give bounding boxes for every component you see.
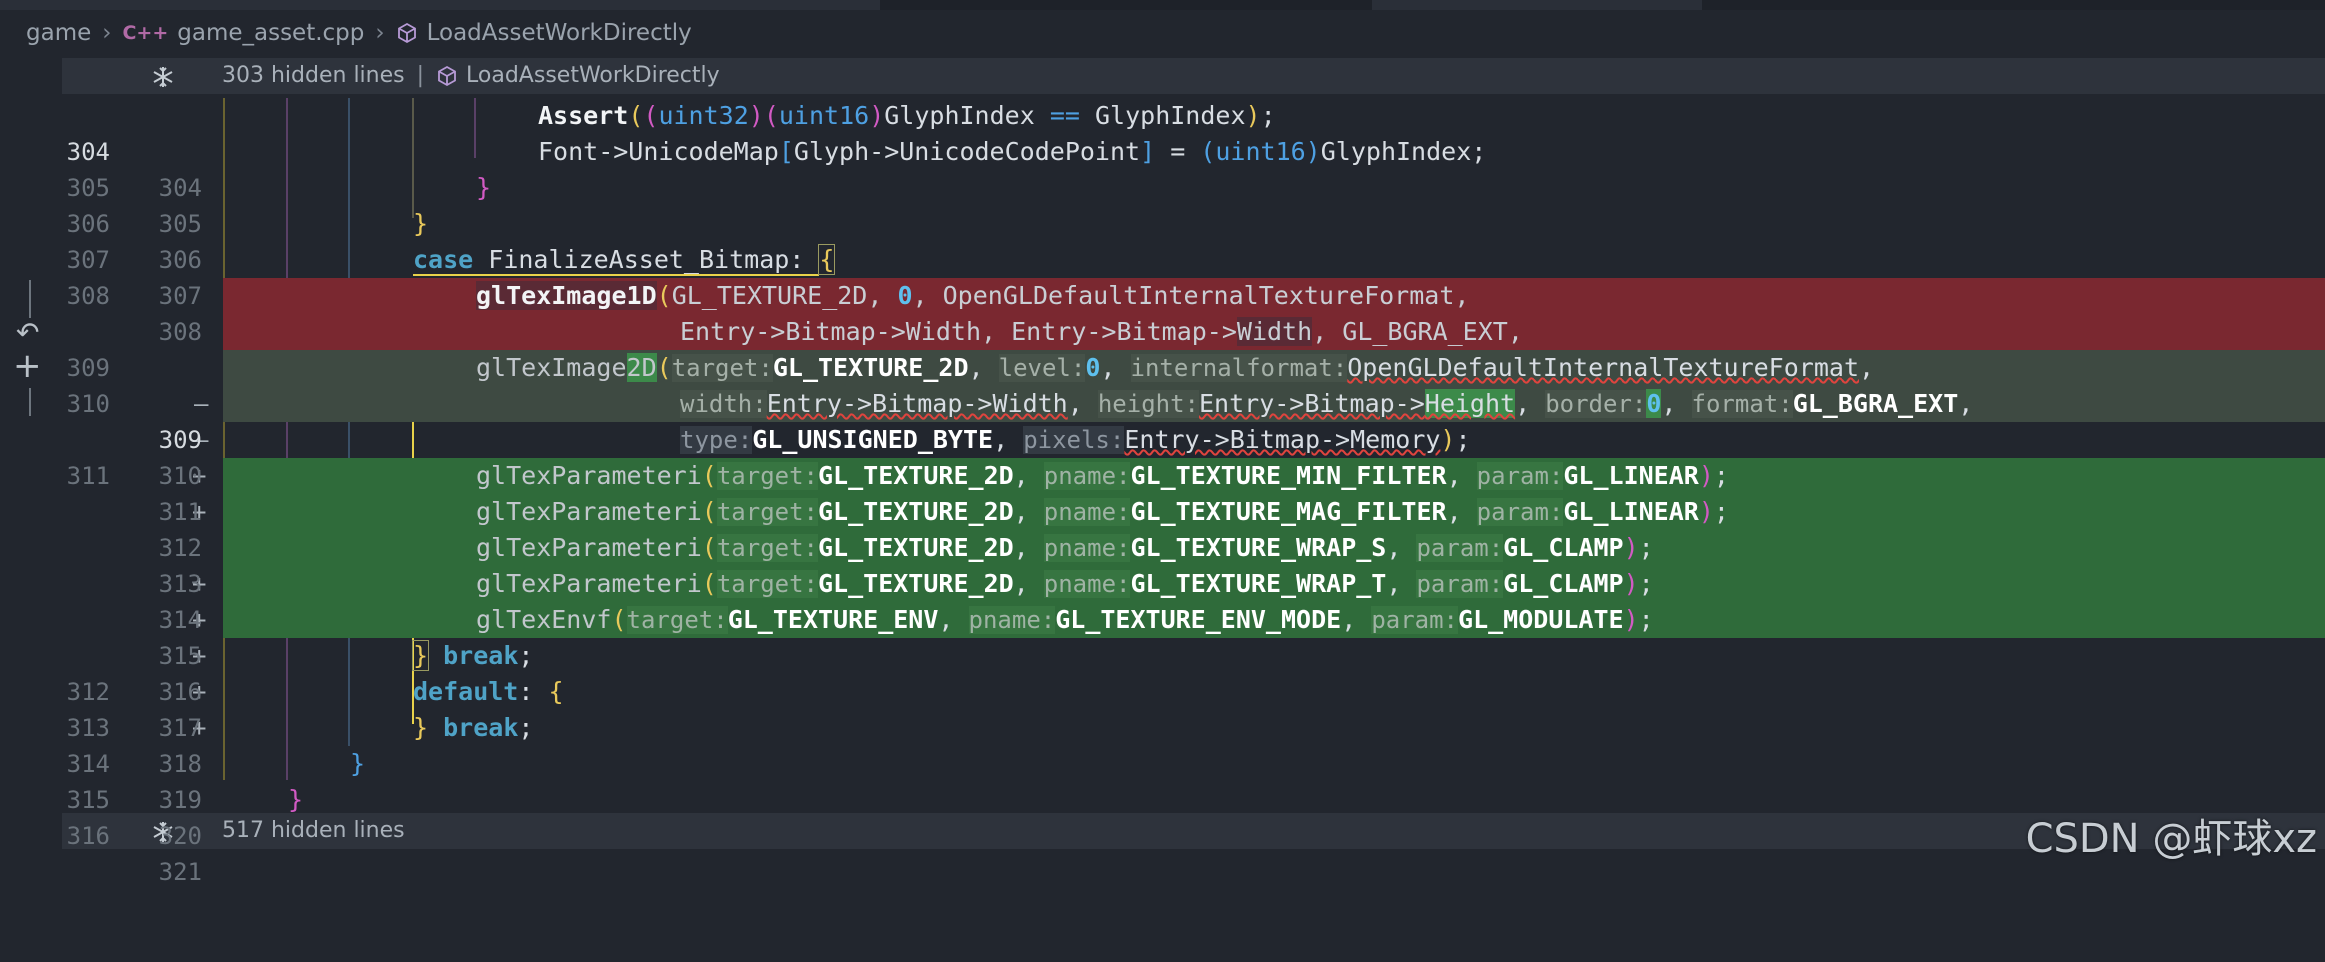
breadcrumb: game › C++ game_asset.cpp › LoadAssetWor… (0, 10, 2325, 56)
indent-guide (348, 98, 350, 746)
hidden-lines-label: 303 hidden lines (222, 63, 405, 88)
watermark: CSDN @虾球xz (2025, 816, 2317, 862)
diff-gutter-marker (29, 388, 31, 416)
separator: | (416, 63, 425, 88)
symbol-method-icon (396, 22, 418, 44)
fold-symbol-label: LoadAssetWorkDirectly (466, 63, 720, 88)
fold-region-top[interactable]: 303 hidden lines | LoadAssetWorkDirectly (62, 58, 2325, 94)
chevron-right-icon: › (375, 20, 385, 46)
symbol-method-icon (436, 65, 458, 87)
diff-editor[interactable] (62, 98, 2325, 812)
tab-strip-segment (0, 0, 880, 10)
breadcrumb-item-folder[interactable]: game (26, 20, 91, 46)
chevron-right-icon: › (102, 20, 112, 46)
indent-guide (412, 98, 414, 218)
diff-gutter-marker (29, 280, 31, 318)
indent-guide (286, 98, 288, 780)
fold-region-bottom[interactable]: 517 hidden lines (62, 813, 2325, 849)
tab-strip (0, 0, 2325, 10)
add-comment-icon[interactable]: + (13, 346, 42, 386)
unfold-icon[interactable] (150, 64, 176, 96)
cpp-file-icon: C++ (122, 22, 169, 44)
hidden-lines-label: 517 hidden lines (222, 818, 405, 843)
indent-guide (474, 98, 476, 158)
unfold-icon[interactable] (150, 819, 176, 851)
breadcrumb-item-file[interactable]: game_asset.cpp (177, 20, 364, 46)
indent-guide-active (412, 284, 414, 724)
indent-guide (223, 98, 225, 780)
revert-icon[interactable]: ↶ (16, 316, 39, 349)
breadcrumb-item-symbol[interactable]: LoadAssetWorkDirectly (427, 20, 692, 46)
tab-strip-segment (1372, 0, 1702, 10)
new-line-number: 321 (158, 858, 202, 886)
